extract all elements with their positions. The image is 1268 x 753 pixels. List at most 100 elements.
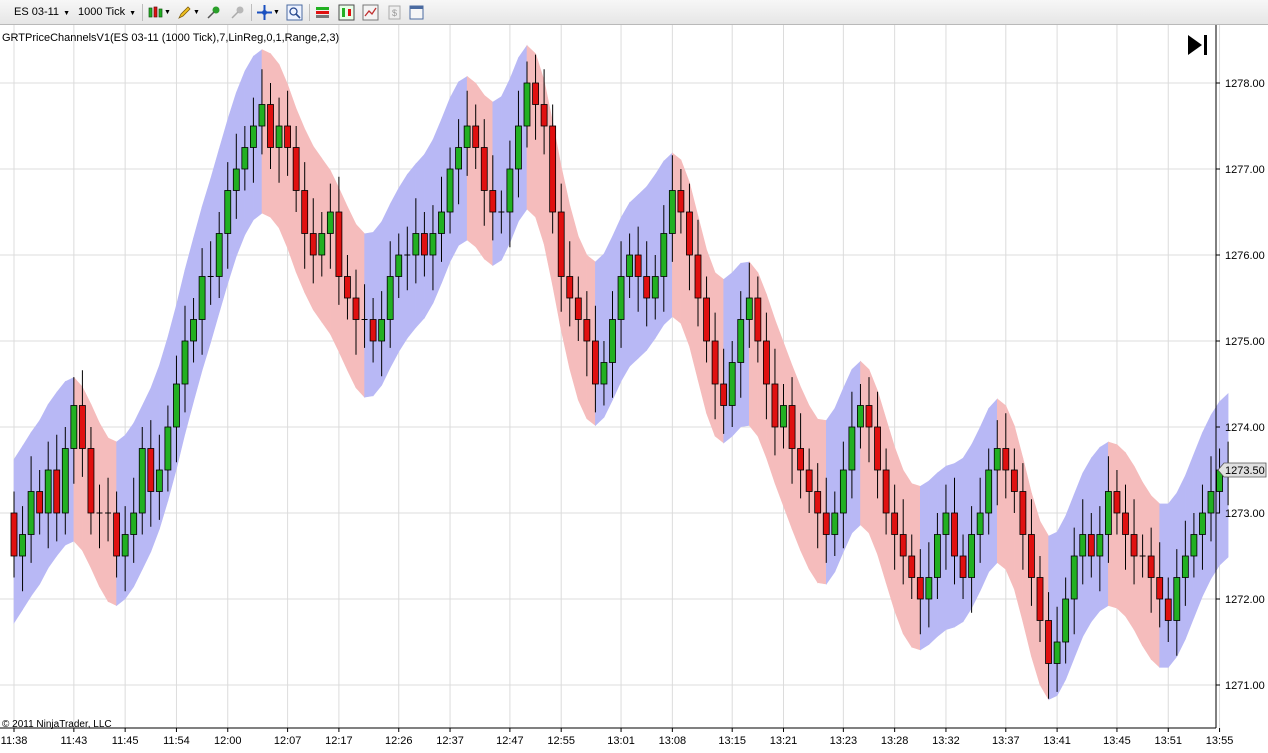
instrument-selector[interactable]: ES 03-11 ▼: [12, 4, 72, 21]
candle-up: [660, 233, 668, 277]
candle-down: [1147, 555, 1155, 578]
time-tick-label: 12:00: [214, 735, 242, 747]
candle-up: [1190, 534, 1198, 557]
candle-down: [1156, 577, 1164, 600]
candle-up: [968, 534, 975, 578]
candle-down: [574, 297, 582, 320]
svg-text:$: $: [392, 8, 397, 18]
candle-down: [369, 319, 377, 342]
candle-down: [1028, 534, 1035, 578]
time-tick-label: 11:38: [1, 735, 28, 747]
channel-segment-down: [672, 152, 682, 324]
candle-down: [882, 469, 890, 514]
candle-up: [215, 233, 223, 277]
candle-up: [626, 254, 633, 277]
price-tick-label: 1276.00: [1225, 250, 1265, 262]
chevron-down-icon[interactable]: ▼: [273, 4, 280, 21]
channel-segment-down: [996, 398, 1007, 570]
channel-segment-down: [73, 376, 83, 552]
candle-down: [540, 104, 548, 127]
time-tick-label: 11:45: [112, 735, 139, 747]
candle-up: [173, 383, 180, 428]
time-tick-label: 13:28: [881, 735, 909, 747]
candle-down: [472, 125, 480, 148]
time-tick-label: 13:32: [932, 735, 960, 747]
time-tick-label: 13:21: [770, 735, 798, 747]
candle-down: [1113, 491, 1121, 514]
time-tick-label: 13:08: [659, 735, 687, 747]
channel-segment-up: [364, 232, 374, 398]
candle-down: [1019, 491, 1027, 535]
draw-pencil-icon[interactable]: [176, 4, 193, 21]
candle-down: [951, 512, 958, 557]
channel-segment-up: [201, 178, 211, 371]
candle-up: [1199, 512, 1206, 535]
indicator-label: GRTPriceChannelsV1(ES 03-11 (1000 Tick),…: [2, 32, 339, 44]
candle-down: [874, 426, 881, 471]
time-tick-label: 12:07: [274, 735, 302, 747]
data-series-icon[interactable]: [338, 4, 355, 21]
channel-segment-down: [526, 44, 536, 218]
candle-down: [634, 254, 642, 277]
candle-down: [292, 147, 300, 191]
candle-down: [754, 297, 762, 342]
channel-segment-up: [919, 480, 930, 651]
candle-up: [925, 577, 933, 600]
candle-up: [1062, 598, 1070, 643]
zoom-icon[interactable]: [286, 4, 303, 21]
chart-toolbar: ES 03-11 ▼ 1000 Tick ▼ ▼ ▼ ▼ $: [0, 0, 1268, 25]
candle-up: [275, 125, 283, 148]
candle-up: [523, 82, 531, 127]
candle-up: [976, 512, 984, 535]
time-tick-label: 12:37: [436, 735, 464, 747]
candle-down: [87, 448, 95, 514]
period-selector[interactable]: 1000 Tick ▼: [76, 4, 138, 21]
candle-up: [1105, 491, 1112, 535]
candle-up: [934, 534, 941, 578]
candle-up: [232, 168, 240, 191]
candlestick-style-icon[interactable]: [147, 4, 164, 21]
chart-properties-icon[interactable]: [408, 4, 425, 21]
candle-up: [993, 448, 1001, 471]
candle-down: [79, 405, 86, 449]
channel-segment-down: [1005, 405, 1015, 590]
candle-up: [1079, 534, 1087, 557]
pin-disabled-icon[interactable]: [229, 4, 246, 21]
instrument-properties-icon[interactable]: [314, 4, 331, 21]
candle-up: [70, 405, 78, 449]
candle-down: [1130, 534, 1138, 557]
time-tick-label: 13:41: [1043, 735, 1071, 747]
indicator-icon[interactable]: [362, 4, 379, 21]
strategy-icon[interactable]: $: [386, 4, 403, 21]
candle-up: [668, 190, 676, 234]
candle-down: [891, 512, 899, 535]
chevron-down-icon[interactable]: ▼: [193, 4, 200, 21]
candle-up: [446, 168, 454, 213]
candle-up: [27, 491, 35, 535]
channel-segment-up: [372, 220, 383, 397]
candle-down: [10, 512, 18, 557]
toolbar-divider: [142, 4, 143, 21]
candle-up: [463, 125, 471, 148]
chevron-down-icon[interactable]: ▼: [164, 4, 171, 21]
time-tick-label: 11:43: [60, 735, 87, 747]
channel-segment-down: [748, 261, 759, 437]
candle-down: [1036, 577, 1044, 621]
candle-up: [1173, 577, 1181, 621]
price-chart[interactable]: 1271.00 1272.00 1273.00 1274.00 1275.00 1276.…: [0, 25, 1268, 753]
channel-segment-up: [424, 138, 434, 320]
crosshair-icon[interactable]: [256, 4, 273, 21]
candle-down: [788, 405, 796, 449]
candle-up: [326, 211, 334, 234]
pin-icon[interactable]: [205, 4, 222, 21]
candle-down: [899, 534, 907, 557]
toolbar-divider: [309, 4, 310, 21]
channel-segment-up: [723, 272, 733, 444]
candle-up: [224, 190, 232, 234]
candle-down: [309, 233, 317, 256]
toolbar-divider: [251, 4, 252, 21]
candle-down: [822, 512, 830, 535]
time-tick-label: 12:17: [325, 735, 353, 747]
candle-up: [780, 405, 787, 428]
candle-up: [942, 512, 950, 535]
